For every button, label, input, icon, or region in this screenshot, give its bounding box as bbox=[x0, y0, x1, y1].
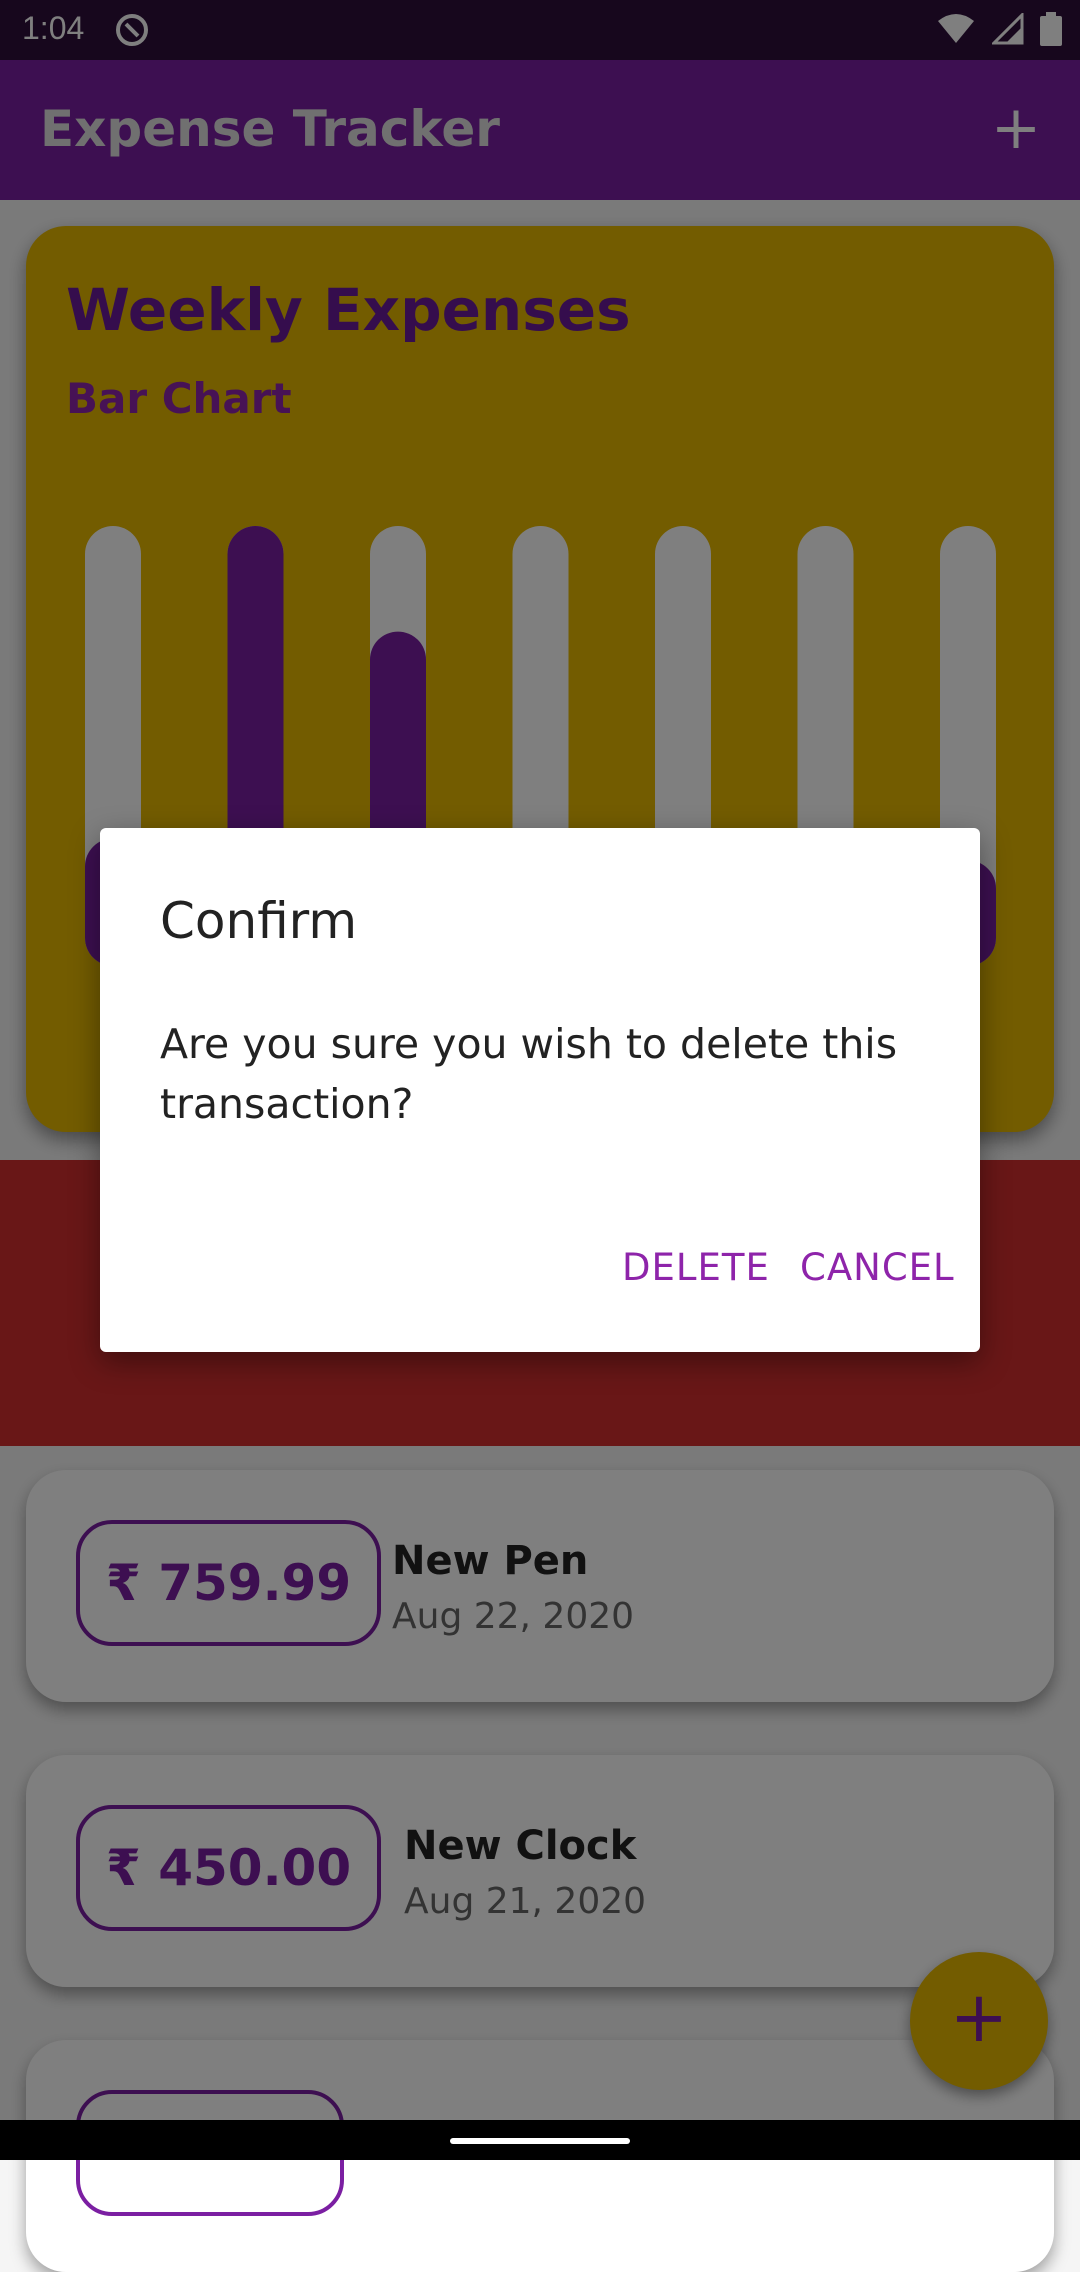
confirm-dialog: Confirm Are you sure you wish to delete … bbox=[100, 828, 980, 1352]
home-gesture-handle[interactable] bbox=[450, 2138, 630, 2144]
dialog-title: Confirm bbox=[160, 892, 358, 950]
cancel-button[interactable]: CANCEL bbox=[800, 1246, 955, 1289]
dialog-message: Are you sure you wish to delete this tra… bbox=[160, 1020, 898, 1128]
delete-button[interactable]: DELETE bbox=[622, 1246, 770, 1289]
navigation-bar bbox=[0, 2120, 1080, 2160]
